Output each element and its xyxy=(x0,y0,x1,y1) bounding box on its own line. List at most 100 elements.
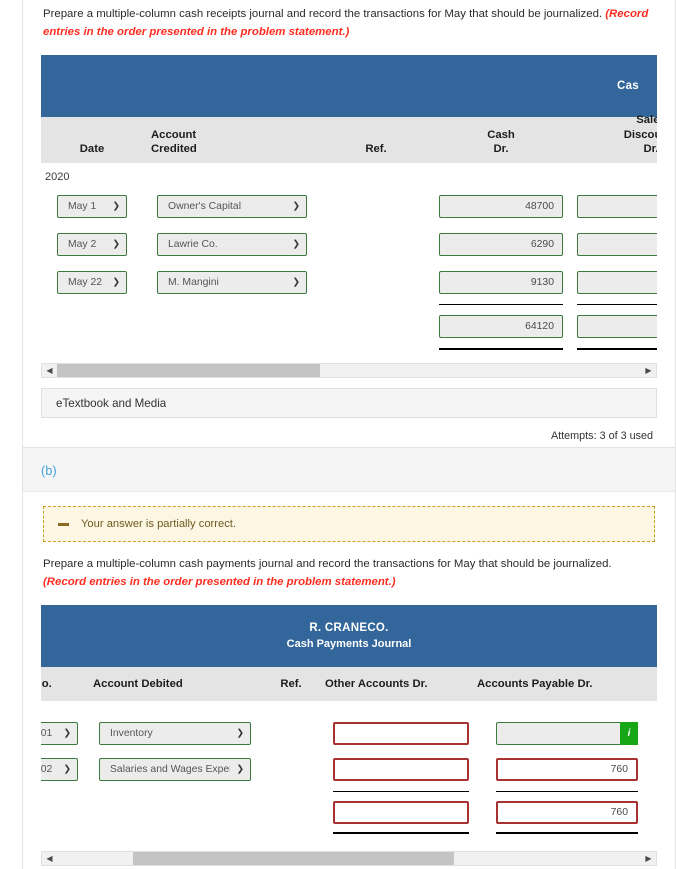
cash-dr-total-input[interactable] xyxy=(439,314,563,338)
scroll-right-arrow-icon[interactable]: ▶ xyxy=(641,852,656,865)
cash-field-group xyxy=(439,270,563,294)
etextbook-and-media-button-a[interactable]: eTextbook and Media xyxy=(41,388,657,419)
part-b-body: Your answer is partially correct. Prepar… xyxy=(23,506,675,869)
scroll-left-arrow-icon[interactable]: ◀ xyxy=(42,852,57,865)
accounts-payable-dr-input[interactable] xyxy=(496,757,638,781)
account-debited-select[interactable]: Salaries and Wages Expense xyxy=(99,757,251,781)
column-header-account-debited: Account Debited xyxy=(93,677,257,692)
rule-cell-sales xyxy=(571,348,657,351)
total-rule xyxy=(333,832,469,835)
sales-discounts-field-group: i xyxy=(577,270,657,294)
scrollbar-track[interactable] xyxy=(57,852,641,866)
row-spacer xyxy=(41,701,657,715)
account-credited-select[interactable]: M. Mangini xyxy=(157,270,307,294)
cell-ck-no: 101 ❯ xyxy=(41,721,93,745)
cell-sales-discounts-total: i xyxy=(571,314,657,338)
part-a-body: Prepare a multiple-column cash receipts … xyxy=(23,0,675,460)
account-credited-select[interactable]: Owner's Capital xyxy=(157,194,307,218)
rule-cell-ap xyxy=(477,832,657,835)
scrollbar-thumb[interactable] xyxy=(57,364,320,378)
scrollbar-thumb[interactable] xyxy=(132,852,455,866)
cell-sales-discounts-dr: i xyxy=(571,194,657,218)
subtotal-rule xyxy=(439,303,563,305)
other-accounts-dr-input[interactable] xyxy=(333,757,469,781)
cell-account-credited: Owner's Capital ❯ xyxy=(143,194,321,218)
sales-discounts-dr-input[interactable] xyxy=(577,270,657,294)
account-credited-select[interactable]: Lawrie Co. xyxy=(157,232,307,256)
cash-payments-column-headers: k. No. Account Debited Ref. Other Accoun… xyxy=(41,667,657,702)
other-accounts-dr-input[interactable] xyxy=(333,721,469,745)
subtotal-rule xyxy=(333,790,469,792)
cash-dr-input[interactable] xyxy=(439,232,563,256)
total-rule-row-b xyxy=(41,829,657,837)
account-debited-select[interactable]: Inventory xyxy=(99,721,251,745)
cell-account-credited: M. Mangini ❯ xyxy=(143,270,321,294)
date-select-wrap: May 1 ❯ xyxy=(57,194,127,218)
account-debited-select-wrap: Inventory ❯ xyxy=(99,721,251,745)
cell-accounts-payable-dr xyxy=(477,757,657,781)
part-b-prompt-emphasis: (Record entries in the order presented i… xyxy=(43,575,396,588)
rule-cell-cash xyxy=(431,348,571,351)
sales-discounts-field-group: i xyxy=(577,194,657,218)
column-header-ck-no-label: k. No. xyxy=(41,677,52,690)
cell-date: May 1 ❯ xyxy=(41,194,143,218)
scrollbar-track[interactable] xyxy=(57,364,641,378)
date-select[interactable]: May 1 xyxy=(57,194,127,218)
cash-receipts-journal-table: Cas Date Account Credited Ref. Cash Dr. … xyxy=(41,55,657,353)
cash-payments-journal-name: Cash Payments Journal xyxy=(286,637,412,650)
accounts-payable-dr-input[interactable] xyxy=(496,721,620,745)
column-header-date-label: Date xyxy=(79,143,105,156)
cash-receipts-journal-title: Cas xyxy=(617,79,639,92)
column-header-account-debited-label: Account Debited xyxy=(93,677,183,690)
cell-cash-dr xyxy=(431,232,571,256)
column-header-sales-discounts-line2: Discounts xyxy=(623,128,657,141)
accounts-payable-dr-total-input[interactable] xyxy=(496,800,638,824)
journal-row: May 1 ❯ Owner's Capital ❯ 48700 xyxy=(41,187,657,225)
account-select-wrap: Lawrie Co. ❯ xyxy=(157,232,307,256)
cash-payments-journal-table: R. CRANECO. Cash Payments Journal k. No.… xyxy=(41,605,657,837)
total-rule xyxy=(577,348,657,351)
cash-total-field-group xyxy=(439,314,563,338)
part-b-letter: (b) xyxy=(41,464,57,478)
other-accounts-field-group xyxy=(333,757,469,781)
journal-row: May 22 ❯ M. Mangini ❯ 9130 xyxy=(41,263,657,301)
cash-receipts-column-headers: Date Account Credited Ref. Cash Dr. Sale… xyxy=(41,114,657,164)
sales-discounts-dr-input[interactable] xyxy=(577,232,657,256)
cash-receipts-horizontal-scrollbar[interactable]: ◀ ▶ xyxy=(41,363,657,379)
account-select-wrap: Owner's Capital ❯ xyxy=(157,194,307,218)
column-header-ref-label: Ref. xyxy=(365,143,387,156)
cash-dr-input[interactable] xyxy=(439,194,563,218)
cell-other-accounts-dr xyxy=(325,757,477,781)
part-b-prompt-text: Prepare a multiple-column cash payments … xyxy=(43,558,612,570)
rule-cell-cash xyxy=(431,303,571,305)
ck-no-select[interactable]: 102 xyxy=(41,757,78,781)
part-a-prompt-text: Prepare a multiple-column cash receipts … xyxy=(43,8,606,20)
alert-message: Your answer is partially correct. xyxy=(81,518,237,530)
column-header-cash-line2: Dr. xyxy=(493,143,509,156)
cell-other-accounts-total xyxy=(325,800,477,824)
rule-cell-other xyxy=(325,790,477,792)
sales-discounts-dr-total-input[interactable] xyxy=(577,314,657,338)
ck-no-select[interactable]: 101 xyxy=(41,721,78,745)
column-header-accounts-payable-label: Accounts Payable Dr. xyxy=(477,677,593,690)
info-icon[interactable]: i xyxy=(620,721,638,745)
scroll-right-arrow-icon[interactable]: ▶ xyxy=(641,364,656,377)
ck-no-select-wrap: 102 ❯ xyxy=(41,757,78,781)
assignment-page: Prepare a multiple-column cash receipts … xyxy=(0,0,676,869)
cash-payments-company-name: R. CRANECO. xyxy=(309,622,389,635)
cash-dr-input[interactable] xyxy=(439,270,563,294)
subtotal-rule-row-b xyxy=(41,787,657,795)
rule-cell-other xyxy=(325,832,477,835)
other-accounts-dr-total-input[interactable] xyxy=(333,800,469,824)
date-select[interactable]: May 22 xyxy=(57,270,127,294)
cell-date: May 22 ❯ xyxy=(41,270,143,294)
sales-discounts-dr-input[interactable] xyxy=(577,194,657,218)
cash-payments-horizontal-scrollbar[interactable]: ◀ ▶ xyxy=(41,851,657,867)
account-select-wrap: M. Mangini ❯ xyxy=(157,270,307,294)
cell-account-credited: Lawrie Co. ❯ xyxy=(143,232,321,256)
cash-field-group xyxy=(439,232,563,256)
total-rule xyxy=(496,832,638,835)
partially-correct-alert: Your answer is partially correct. xyxy=(43,506,655,542)
date-select[interactable]: May 2 xyxy=(57,232,127,256)
scroll-left-arrow-icon[interactable]: ◀ xyxy=(42,364,57,377)
